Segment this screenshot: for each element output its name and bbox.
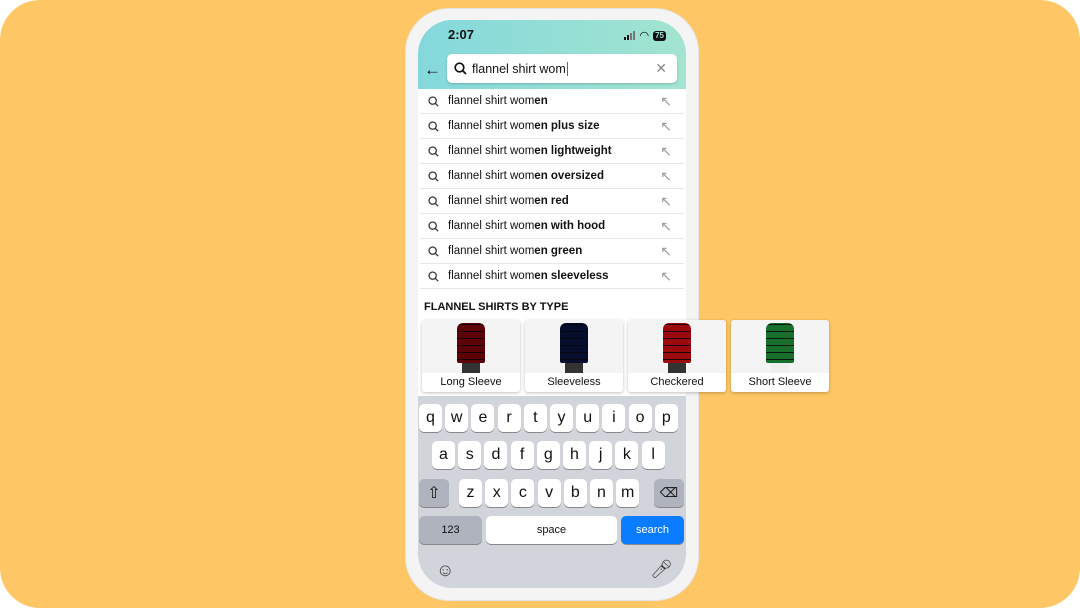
key-t[interactable]: t (523, 404, 547, 432)
suggestion-item[interactable]: flannel shirt women ↖ (420, 89, 684, 114)
suggestion-text: flannel shirt women plus size (448, 120, 600, 132)
search-icon (428, 95, 439, 107)
shift-key[interactable]: ⇧ (419, 479, 449, 507)
keyboard: ☺ 🎤︎ q w e r t y u i o p a s d f g h j k l z x c v b n m ⇧ ⌫ 123 spac… (418, 396, 686, 588)
type-card[interactable]: Short Sleeve (731, 320, 829, 392)
suggestion-item[interactable]: flannel shirt women lightweight ↖ (420, 139, 684, 164)
key-n[interactable]: n (590, 479, 613, 507)
signal-icon (624, 31, 636, 40)
search-icon (428, 170, 439, 182)
key-m[interactable]: m (616, 479, 640, 507)
key-b[interactable]: b (563, 479, 587, 507)
key-w[interactable]: w (445, 404, 469, 432)
suggestion-item[interactable]: flannel shirt women oversized ↖ (420, 164, 684, 189)
suggestion-text: flannel shirt women lightweight (448, 145, 612, 157)
search-icon (454, 62, 467, 75)
key-l[interactable]: l (641, 441, 665, 469)
fill-query-arrow-icon[interactable]: ↖ (660, 118, 672, 135)
suggestion-item[interactable]: flannel shirt women green ↖ (420, 239, 684, 264)
search-icon (428, 270, 439, 282)
search-query: flannel shirt wom (472, 61, 568, 76)
backspace-key[interactable]: ⌫ (654, 479, 684, 507)
header: 2:07 ◠ 75 ← flannel shirt wom ✕ (418, 20, 686, 89)
backspace-icon: ⌫ (659, 485, 679, 500)
microphone-icon[interactable]: 🎤︎ (650, 559, 673, 580)
clear-icon[interactable]: ✕ (655, 60, 667, 77)
type-label: Sleeveless (547, 376, 601, 388)
key-u[interactable]: u (576, 404, 600, 432)
fill-query-arrow-icon[interactable]: ↖ (660, 168, 672, 185)
fill-query-arrow-icon[interactable]: ↖ (660, 93, 672, 110)
key-c[interactable]: c (511, 479, 535, 507)
search-icon (428, 195, 439, 207)
suggestion-text: flannel shirt women sleeveless (448, 270, 609, 282)
fill-query-arrow-icon[interactable]: ↖ (660, 268, 672, 285)
product-image (525, 320, 623, 373)
suggestion-text: flannel shirt women green (448, 245, 583, 257)
suggestion-text: flannel shirt women (448, 95, 548, 107)
fill-query-arrow-icon[interactable]: ↖ (660, 243, 672, 260)
back-arrow-icon[interactable]: ← (424, 60, 441, 80)
search-icon (428, 145, 439, 157)
product-image (422, 320, 520, 373)
key-j[interactable]: j (589, 441, 613, 469)
search-icon (428, 220, 439, 232)
suggestion-item[interactable]: flannel shirt women sleeveless ↖ (420, 264, 684, 289)
suggestion-text: flannel shirt women with hood (448, 220, 606, 232)
key-a[interactable]: a (432, 441, 455, 469)
key-d[interactable]: d (484, 441, 508, 469)
search-icon (428, 120, 439, 132)
key-q[interactable]: q (419, 404, 442, 432)
fill-query-arrow-icon[interactable]: ↖ (660, 193, 672, 210)
key-f[interactable]: f (510, 441, 534, 469)
product-image (628, 320, 726, 373)
shift-icon: ⇧ (427, 485, 441, 502)
fill-query-arrow-icon[interactable]: ↖ (660, 143, 672, 160)
key-o[interactable]: o (628, 404, 652, 432)
suggestion-text: flannel shirt women oversized (448, 170, 604, 182)
suggestion-item[interactable]: flannel shirt women red ↖ (420, 189, 684, 214)
product-image (731, 320, 829, 373)
suggestion-item[interactable]: flannel shirt women with hood ↖ (420, 214, 684, 239)
suggestion-list: flannel shirt women ↖ flannel shirt wome… (418, 89, 686, 289)
suggestion-item[interactable]: flannel shirt women plus size ↖ (420, 114, 684, 139)
type-label: Short Sleeve (748, 376, 812, 388)
type-label: Long Sleeve (440, 376, 502, 388)
key-x[interactable]: x (485, 479, 509, 507)
numbers-key[interactable]: 123 (419, 516, 482, 544)
key-p[interactable]: p (654, 404, 678, 432)
key-g[interactable]: g (536, 441, 560, 469)
status-time: 2:07 (448, 27, 475, 42)
key-h[interactable]: h (563, 441, 586, 469)
section-title: FLANNEL SHIRTS BY TYPE (424, 301, 569, 313)
wifi-icon: ◠ (639, 30, 650, 42)
type-card[interactable]: Sleeveless (525, 320, 623, 392)
type-card[interactable]: Checkered (628, 320, 726, 392)
status-icons: ◠ 75 (624, 29, 666, 42)
space-key[interactable]: space (486, 516, 617, 544)
key-y[interactable]: y (550, 404, 573, 432)
type-label: Checkered (650, 376, 704, 388)
phone-screen: 2:07 ◠ 75 ← flannel shirt wom ✕ flannel … (418, 20, 686, 588)
suggestion-text: flannel shirt women red (448, 195, 569, 207)
battery-icon: 75 (653, 30, 666, 41)
key-v[interactable]: v (537, 479, 561, 507)
search-icon (428, 245, 439, 257)
key-s[interactable]: s (458, 441, 482, 469)
search-key[interactable]: search (621, 516, 684, 544)
emoji-icon[interactable]: ☺ (436, 560, 454, 581)
key-k[interactable]: k (615, 441, 639, 469)
key-z[interactable]: z (459, 479, 482, 507)
type-card[interactable]: Long Sleeve (422, 320, 520, 392)
key-e[interactable]: e (471, 404, 495, 432)
fill-query-arrow-icon[interactable]: ↖ (660, 218, 672, 235)
key-i[interactable]: i (602, 404, 626, 432)
search-input[interactable]: flannel shirt wom ✕ (447, 54, 677, 83)
key-r[interactable]: r (497, 404, 521, 432)
